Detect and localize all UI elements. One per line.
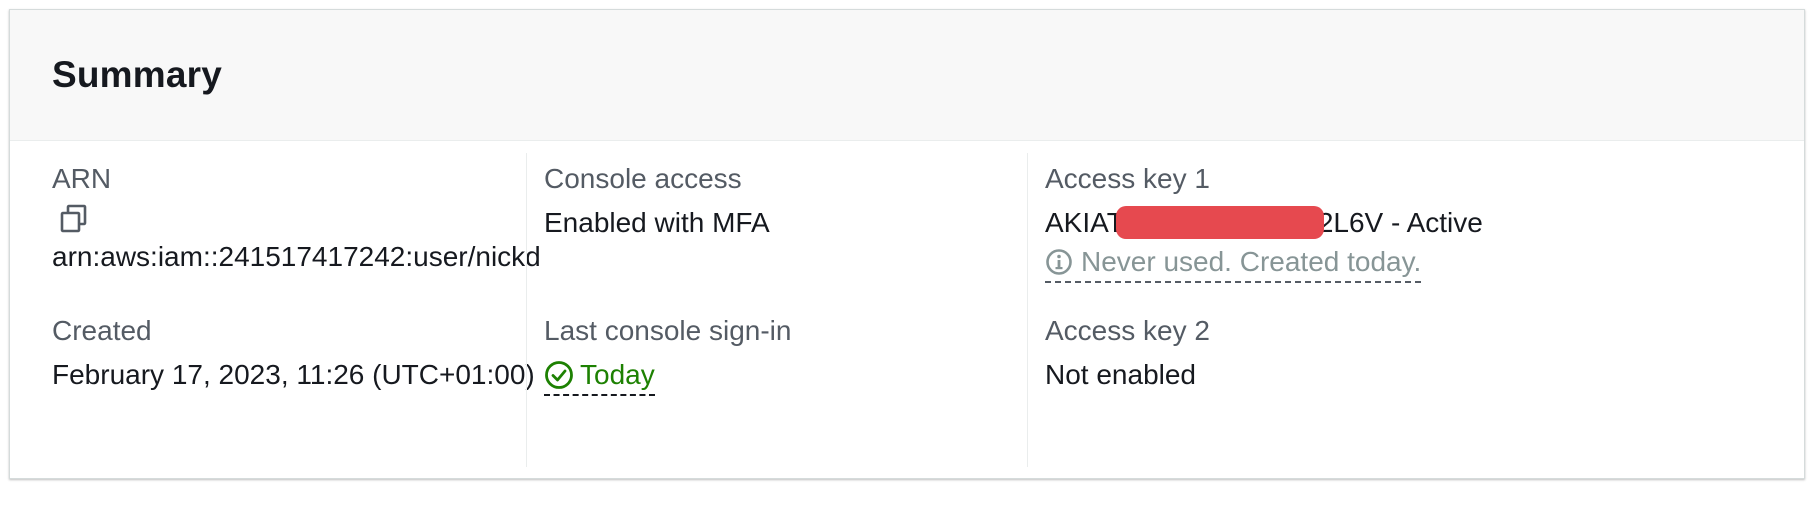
summary-column-2: Console access Enabled with MFA Last con… xyxy=(527,141,1111,478)
summary-column-1: ARN arn:aws:iam::241517417242:user/nickd… xyxy=(10,141,615,478)
summary-column-3: Access key 1 AKIAT 2L6V - Active Never us… xyxy=(1028,141,1633,478)
summary-body: ARN arn:aws:iam::241517417242:user/nickd… xyxy=(10,141,1804,478)
access-key-2-field: Access key 2 Not enabled xyxy=(1045,314,1210,392)
last-sign-in-status[interactable]: Today xyxy=(544,358,655,396)
console-access-value: Enabled with MFA xyxy=(544,207,770,238)
last-sign-in-row: Today xyxy=(544,358,791,398)
info-icon xyxy=(1046,249,1072,275)
created-field: Created February 17, 2023, 11:26 (UTC+01… xyxy=(52,314,535,392)
access-key-1-prefix: AKIAT xyxy=(1045,207,1124,238)
copy-icon[interactable] xyxy=(60,204,88,234)
access-key-2-value: Not enabled xyxy=(1045,359,1197,390)
access-key-1-label: Access key 1 xyxy=(1045,163,1210,194)
console-access-field: Console access Enabled with MFA xyxy=(544,162,770,240)
arn-field: ARN arn:aws:iam::241517417242:user/nickd xyxy=(52,162,541,274)
arn-label: ARN xyxy=(52,163,112,194)
access-key-2-label: Access key 2 xyxy=(1045,315,1210,346)
access-key-1-value: AKIAT 2L6V - Active xyxy=(1045,206,1483,241)
last-sign-in-label: Last console sign-in xyxy=(544,315,792,346)
console-access-label: Console access xyxy=(544,163,742,194)
redaction-mark xyxy=(1115,206,1324,240)
access-key-1-info-text: Never used. Created today. xyxy=(1081,246,1422,278)
last-sign-in-field: Last console sign-in Today xyxy=(544,314,791,398)
created-value: February 17, 2023, 11:26 (UTC+01:00) xyxy=(52,359,535,390)
arn-value: arn:aws:iam::241517417242:user/nickd xyxy=(52,241,541,272)
last-sign-in-value: Today xyxy=(580,359,655,390)
check-circle-icon xyxy=(545,361,573,389)
created-label: Created xyxy=(52,315,152,346)
summary-title: Summary xyxy=(52,54,223,95)
summary-panel: Summary ARN arn:aws:iam::241517417242:us… xyxy=(9,9,1805,479)
summary-header: Summary xyxy=(10,10,1804,141)
access-key-1-field: Access key 1 AKIAT 2L6V - Active Never us… xyxy=(1045,162,1483,284)
access-key-1-info[interactable]: Never used. Created today. xyxy=(1045,245,1422,284)
access-key-1-suffix: 2L6V - Active xyxy=(1317,207,1483,238)
